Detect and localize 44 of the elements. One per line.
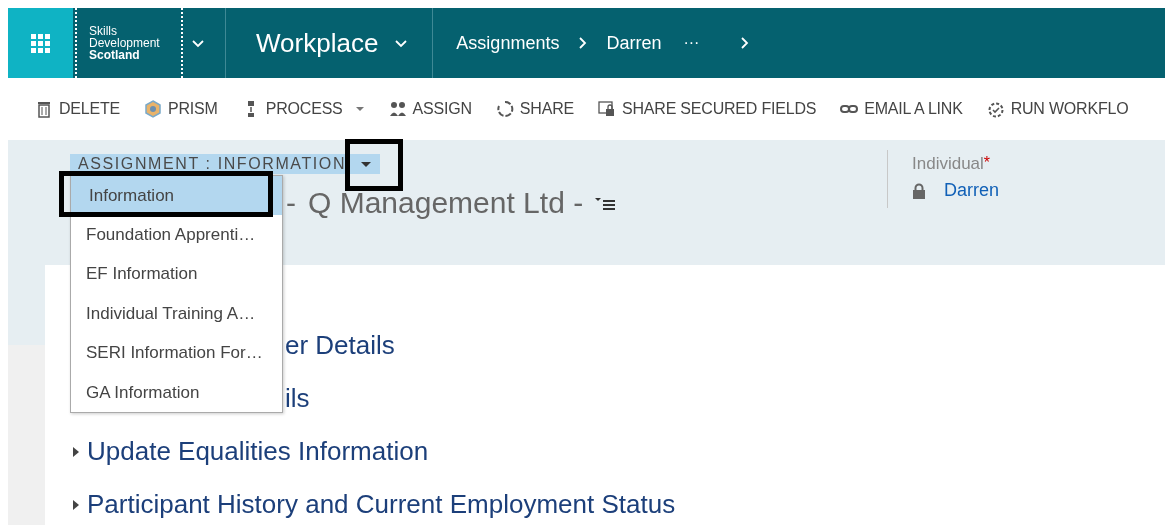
command-button[interactable]: PRISM xyxy=(144,100,218,118)
section-heading[interactable]: ils xyxy=(285,383,310,414)
command-button[interactable]: DELETE xyxy=(35,100,121,118)
required-icon: * xyxy=(983,154,991,171)
menu-item[interactable]: Individual Training A… xyxy=(71,294,282,334)
command-button[interactable]: EMAIL A LINK xyxy=(840,100,963,118)
app-launcher-icon[interactable] xyxy=(31,33,50,53)
menu-item[interactable]: SERI Information For… xyxy=(71,333,282,373)
chevron-down-icon xyxy=(394,37,409,49)
process-icon xyxy=(246,100,255,118)
menu-item[interactable]: EF Information xyxy=(71,254,282,295)
command-button[interactable]: ASSIGN xyxy=(388,100,472,118)
section-heading[interactable]: Participant History and Current Employment Status xyxy=(87,489,676,520)
command-button[interactable]: PROCESS xyxy=(241,100,365,118)
list-icon[interactable] xyxy=(595,195,616,211)
breadcrumb-link[interactable]: Assignments xyxy=(456,32,560,54)
expand-arrow-icon[interactable] xyxy=(73,499,79,510)
record-title: Q Management Ltd - xyxy=(308,186,584,220)
section-heading[interactable]: er Details xyxy=(285,330,395,361)
share-icon xyxy=(495,100,514,118)
highlight-frame xyxy=(345,139,403,191)
chevron-right-icon xyxy=(739,36,751,50)
section-heading[interactable]: Update Equalities Information xyxy=(87,436,429,467)
command-button[interactable]: SHARE SECURED FIELDS xyxy=(598,100,817,118)
chevron-down-icon xyxy=(191,37,205,49)
field-label: Individual xyxy=(912,154,984,173)
app-name[interactable]: Workplace xyxy=(226,27,395,59)
brand-logo[interactable]: Skills Development Scotland xyxy=(75,8,183,78)
command-button[interactable]: SHARE xyxy=(495,100,574,118)
lock-window-icon xyxy=(598,100,616,118)
workflow-icon xyxy=(986,100,1005,118)
command-button[interactable]: RUN WORKFLO xyxy=(986,100,1129,118)
menu-item[interactable]: GA Information xyxy=(71,372,282,413)
record-title: - xyxy=(286,186,296,220)
people-icon xyxy=(388,100,407,118)
lookup-link[interactable]: Darren xyxy=(944,180,1000,201)
expand-arrow-icon[interactable] xyxy=(73,446,79,457)
more-button[interactable]: ··· xyxy=(683,34,700,52)
form-selector[interactable]: ASSIGNMENT : INFORMATION xyxy=(70,154,381,174)
hexagon-icon xyxy=(144,100,163,118)
chevron-right-icon xyxy=(577,36,589,50)
trash-icon xyxy=(35,100,53,118)
menu-item[interactable]: Foundation Apprenti… xyxy=(71,215,282,255)
breadcrumb-link[interactable]: Darren xyxy=(606,32,662,54)
